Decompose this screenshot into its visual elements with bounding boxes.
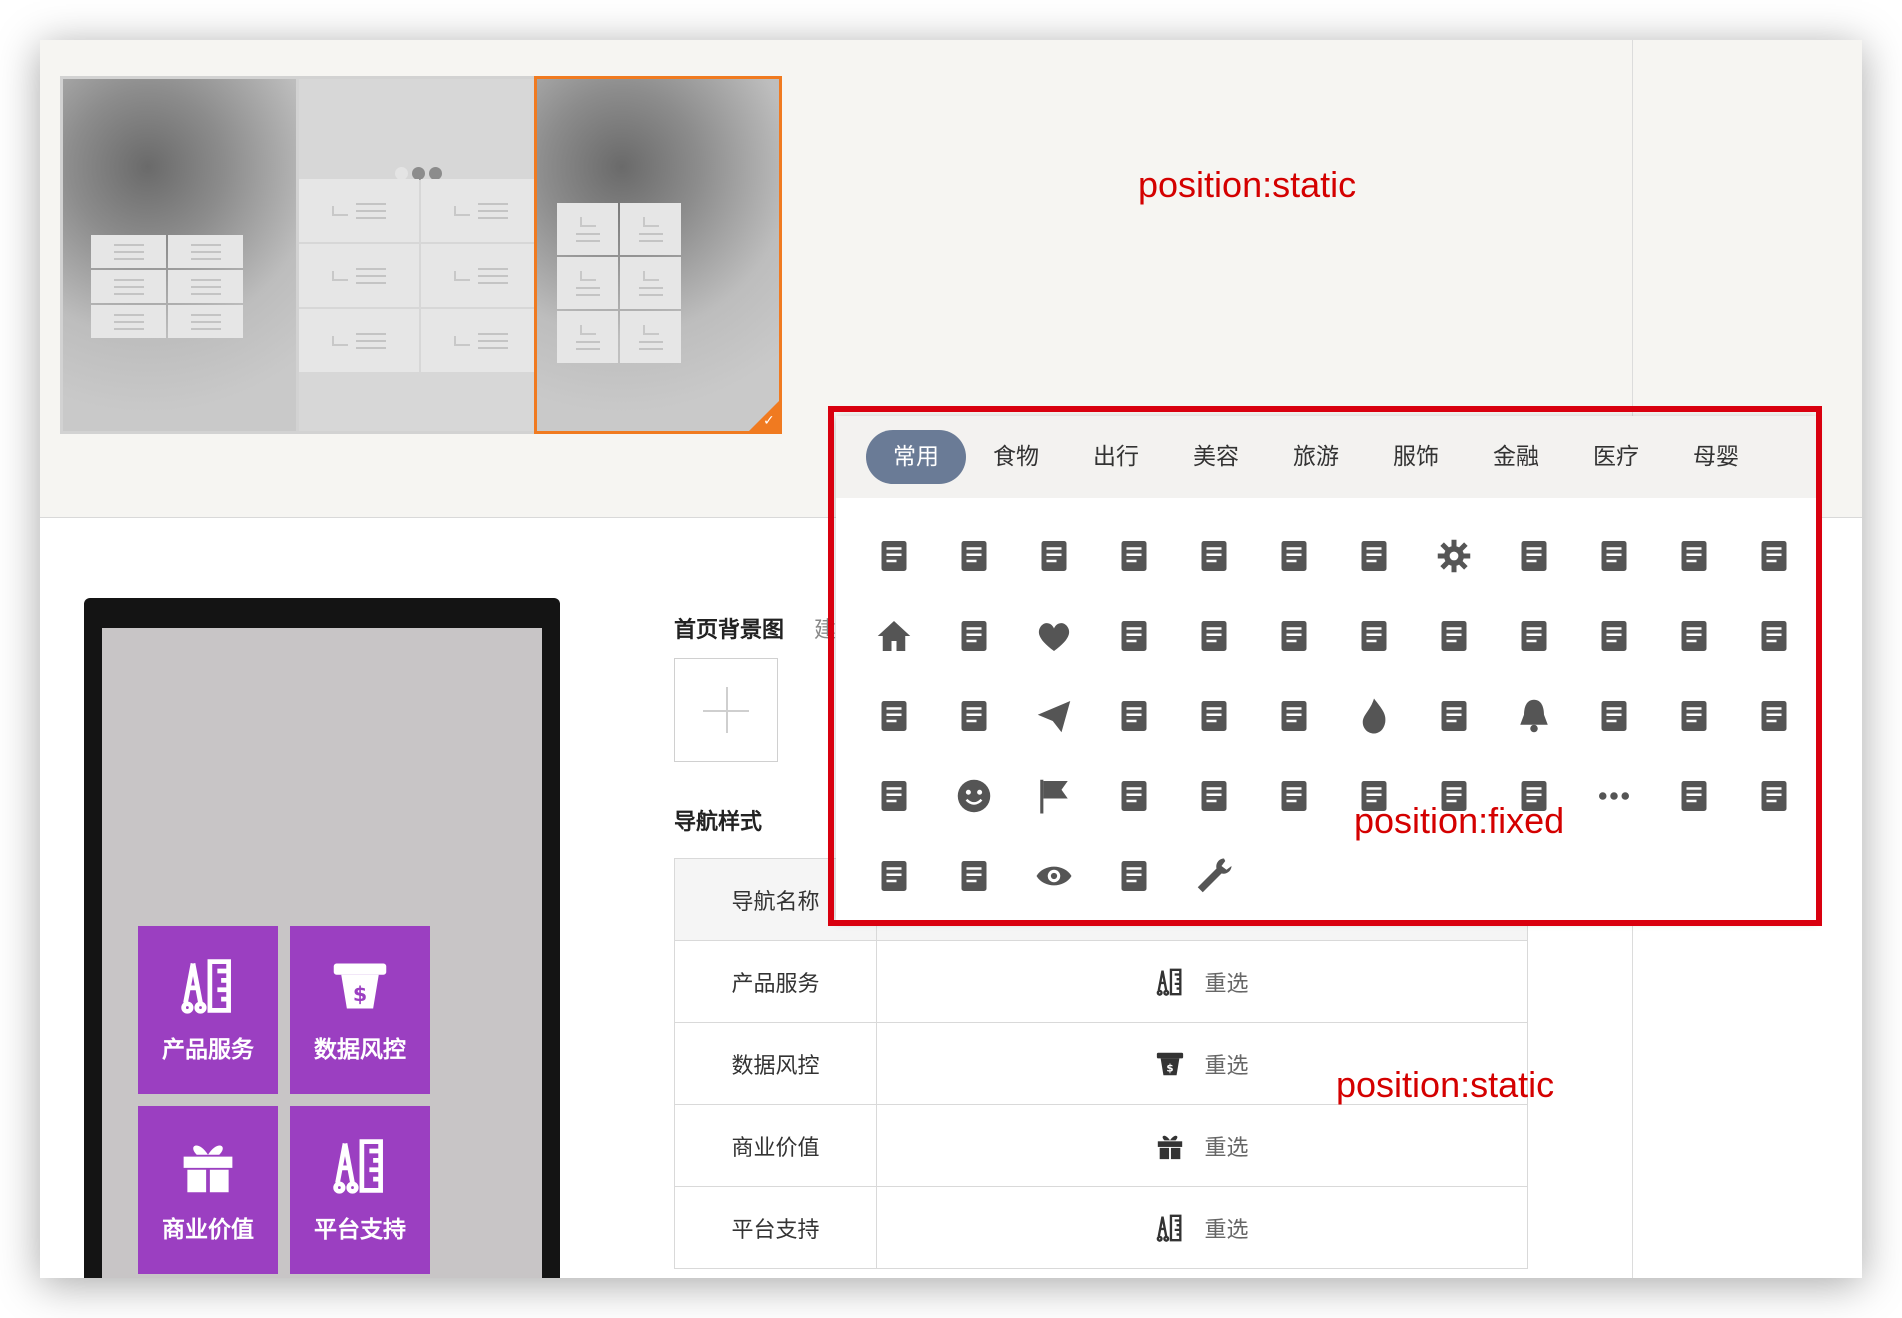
gift-icon [183,1145,233,1193]
reselect-link[interactable]: 重选 [1204,1218,1248,1243]
svg-text:$: $ [1167,1062,1174,1074]
template-thumbnail-1[interactable] [60,76,308,434]
template-thumbnail-3-selected[interactable]: ✓ [534,76,782,434]
row-name: 平台支持 [674,1186,877,1269]
ruler-icon [181,959,231,1014]
preview-tile-label: 平台支持 [314,1217,406,1243]
table-row: 产品服务 重选 [674,940,1528,1023]
selected-check-icon: ✓ [749,401,779,431]
phone-screen: 产品服务 $ 数据风控 商业价值 平台支持 [102,628,542,1278]
row-name: 商业价值 [674,1104,877,1187]
preview-tile-2: $ 数据风控 [290,926,430,1094]
annotation-static-top: position:static [1138,164,1357,205]
cash-register-icon: $ [333,963,387,1009]
reselect-link[interactable]: 重选 [1204,1136,1248,1161]
reselect-link[interactable]: 重选 [1204,972,1248,997]
fixed-highlight-frame [828,406,1822,926]
preview-tile-label: 产品服务 [162,1037,254,1063]
ruler-icon [333,1139,383,1194]
table-row: 平台支持 重选 [674,1186,1528,1269]
svg-text:$: $ [353,982,367,1006]
ruler-icon [1157,1214,1182,1242]
row-name: 产品服务 [674,940,877,1023]
template-thumbnail-2[interactable] [296,76,544,434]
preview-tile-label: 商业价值 [162,1217,254,1243]
preview-tile-1: 产品服务 [138,926,278,1094]
preview-tile-3: 商业价值 [138,1106,278,1274]
phone-preview: 产品服务 $ 数据风控 商业价值 平台支持 [84,598,560,1278]
ruler-icon [1157,968,1182,996]
table-row: 商业价值 重选 [674,1104,1528,1187]
nav-style-label: 导航样式 [674,810,763,835]
preview-tile-label: 数据风控 [314,1037,406,1063]
row-name: 数据风控 [674,1022,877,1105]
preview-tile-4: 平台支持 [290,1106,430,1274]
gift-icon [1158,1135,1183,1159]
reselect-link[interactable]: 重选 [1204,1054,1248,1079]
annotation-static-bottom: position:static [1336,1064,1555,1105]
background-label: 首页背景图 [674,618,785,643]
cash-register-icon: $ [1157,1052,1184,1075]
upload-button[interactable] [674,658,778,762]
